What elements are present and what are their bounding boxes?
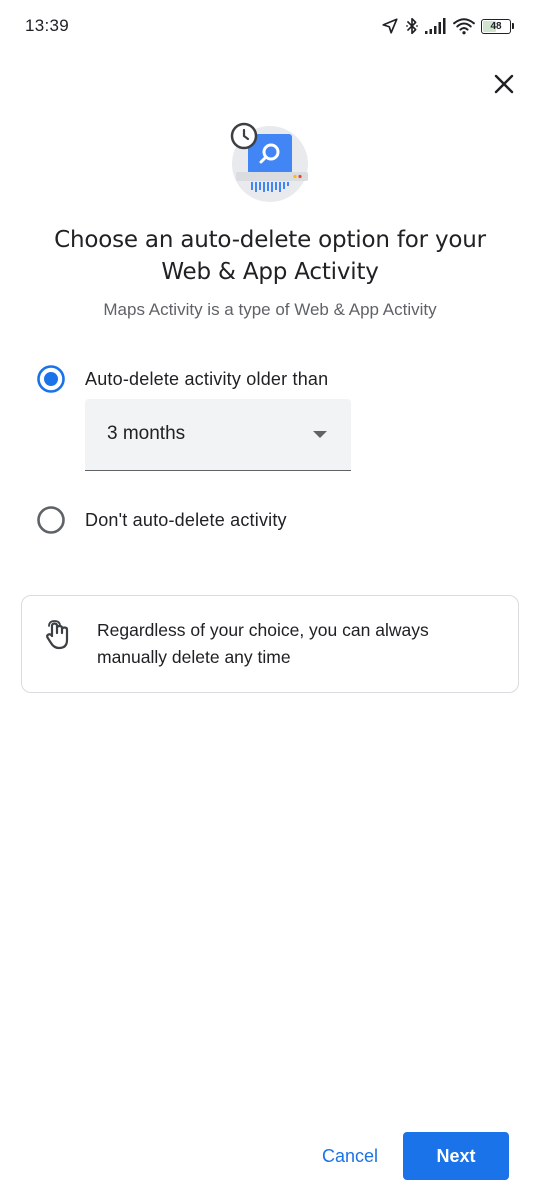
status-time: 13:39	[25, 16, 70, 35]
battery-tip	[512, 23, 514, 29]
battery-level: 48	[490, 20, 502, 32]
status-bar: 13:39 48	[0, 0, 540, 54]
wifi-icon	[453, 18, 475, 35]
dialog-title: Choose an auto-delete option for your We…	[54, 227, 486, 285]
dialog-subtitle: Maps Activity is a type of Web & App Act…	[103, 300, 437, 319]
hand-pointer-icon	[46, 620, 69, 650]
close-button[interactable]	[486, 66, 522, 102]
duration-dropdown[interactable]: 3 months	[85, 399, 351, 471]
dropdown-value: 3 months	[107, 423, 186, 444]
option-dont-auto-delete[interactable]: Don't auto-delete activity	[36, 505, 287, 535]
option-auto-delete-label: Auto-delete activity older than	[85, 368, 329, 389]
location-arrow-icon	[382, 18, 398, 34]
next-button[interactable]: Next	[403, 1132, 509, 1180]
radio-selected-icon[interactable]	[36, 364, 66, 394]
signal-icon	[425, 18, 446, 34]
option-auto-delete[interactable]: Auto-delete activity older than	[36, 364, 328, 394]
option-dont-auto-delete-label: Don't auto-delete activity	[85, 509, 287, 530]
status-icons: 48	[381, 14, 514, 38]
info-card: Regardless of your choice, you can alway…	[21, 595, 519, 693]
dropdown-arrow-icon	[313, 431, 327, 438]
bluetooth-icon	[406, 17, 418, 35]
radio-unselected-icon[interactable]	[36, 505, 66, 535]
auto-delete-illustration	[228, 122, 314, 204]
cancel-button[interactable]: Cancel	[302, 1132, 398, 1180]
info-text: Regardless of your choice, you can alway…	[97, 620, 429, 667]
close-icon	[494, 74, 514, 94]
battery-icon: 48	[481, 18, 511, 34]
